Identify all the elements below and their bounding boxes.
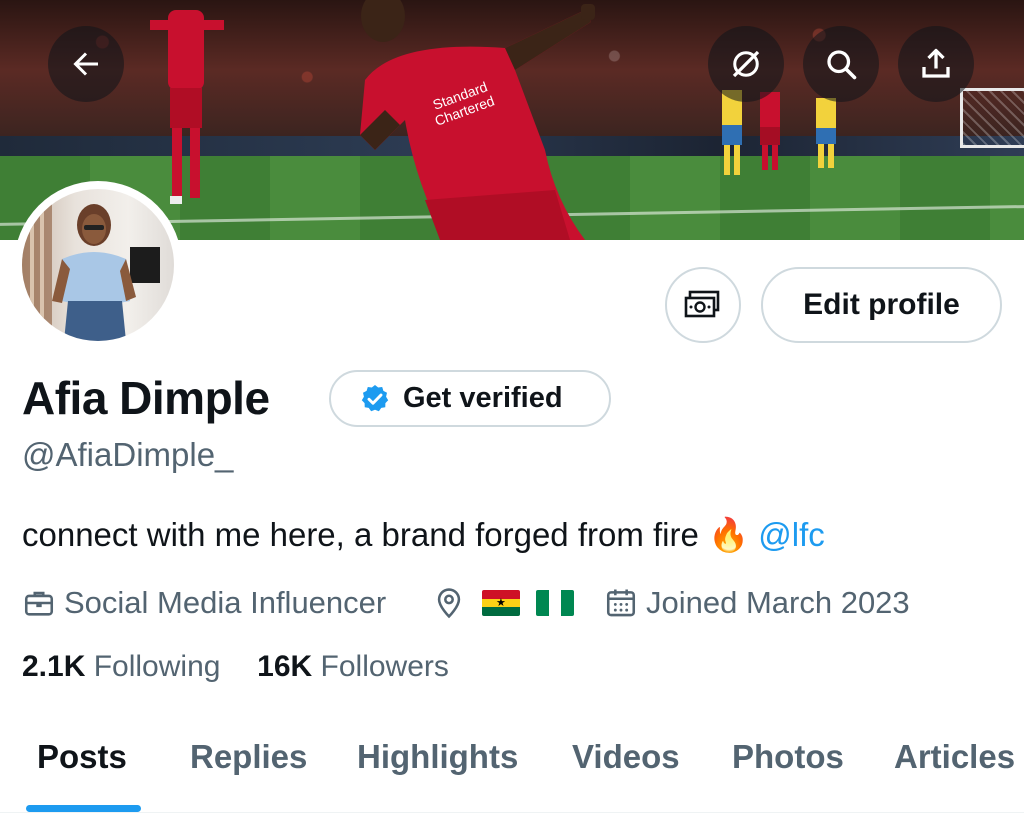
money-icon [684,290,720,318]
active-tab-indicator [26,805,141,812]
share-button[interactable] [898,26,974,102]
tab-photos[interactable]: Photos [732,738,844,776]
following-count: 2.1K [22,650,86,683]
grok-button[interactable] [708,26,784,102]
avatar[interactable] [14,181,182,349]
ghana-flag-icon: ★ [482,590,520,616]
bio-mention-link[interactable]: @lfc [758,516,825,553]
briefcase-icon [24,591,54,616]
get-verified-label: Get verified [403,382,563,414]
user-handle: @AfiaDimple_ [22,436,234,473]
tab-posts[interactable]: Posts [37,738,127,776]
banner-player-main: Standard Chartered [360,0,595,240]
followers-count: 16K [257,650,313,683]
follow-stats: 2.1K Following 16K Followers [22,650,449,684]
verified-badge-icon [361,384,389,411]
occupation-text: Social Media Influencer [64,585,387,620]
search-button[interactable] [803,26,879,102]
occupation-item: Social Media Influencer [22,583,386,623]
banner-goal [960,88,1024,148]
share-icon [922,48,950,78]
tab-videos[interactable]: Videos [572,738,680,776]
get-verified-button[interactable]: Get verified [329,370,611,427]
joined-text: Joined March 2023 [646,585,910,620]
avatar-person [22,189,160,341]
search-icon [827,50,857,80]
avatar-photo [22,189,174,341]
tab-replies[interactable]: Replies [190,738,307,776]
grok-icon [732,50,760,78]
banner-player-left [150,10,224,204]
tab-articles[interactable]: Articles [894,738,1015,776]
joined-item: Joined March 2023 [604,583,910,623]
subscriptions-button[interactable] [665,267,741,343]
following-link[interactable]: 2.1K Following [22,650,220,683]
arrow-left-icon [73,52,98,76]
calendar-icon [606,589,636,617]
edit-profile-button[interactable]: Edit profile [761,267,1002,343]
back-button[interactable] [48,26,124,102]
fire-emoji: 🔥 [708,516,750,553]
bio: connect with me here, a brand forged fro… [22,516,825,555]
tab-highlights[interactable]: Highlights [357,738,518,776]
location-item: ★ [432,583,590,623]
nigeria-flag-icon [536,590,574,616]
banner-player-right-3 [816,98,836,168]
bio-text: connect with me here, a brand forged fro… [22,516,709,553]
display-name: Afia Dimple [22,372,270,424]
location-pin-icon [437,588,461,619]
followers-label: Followers [320,650,449,683]
followers-link[interactable]: 16K Followers [257,650,449,683]
tabs-divider [0,812,1024,813]
following-label: Following [93,650,221,683]
